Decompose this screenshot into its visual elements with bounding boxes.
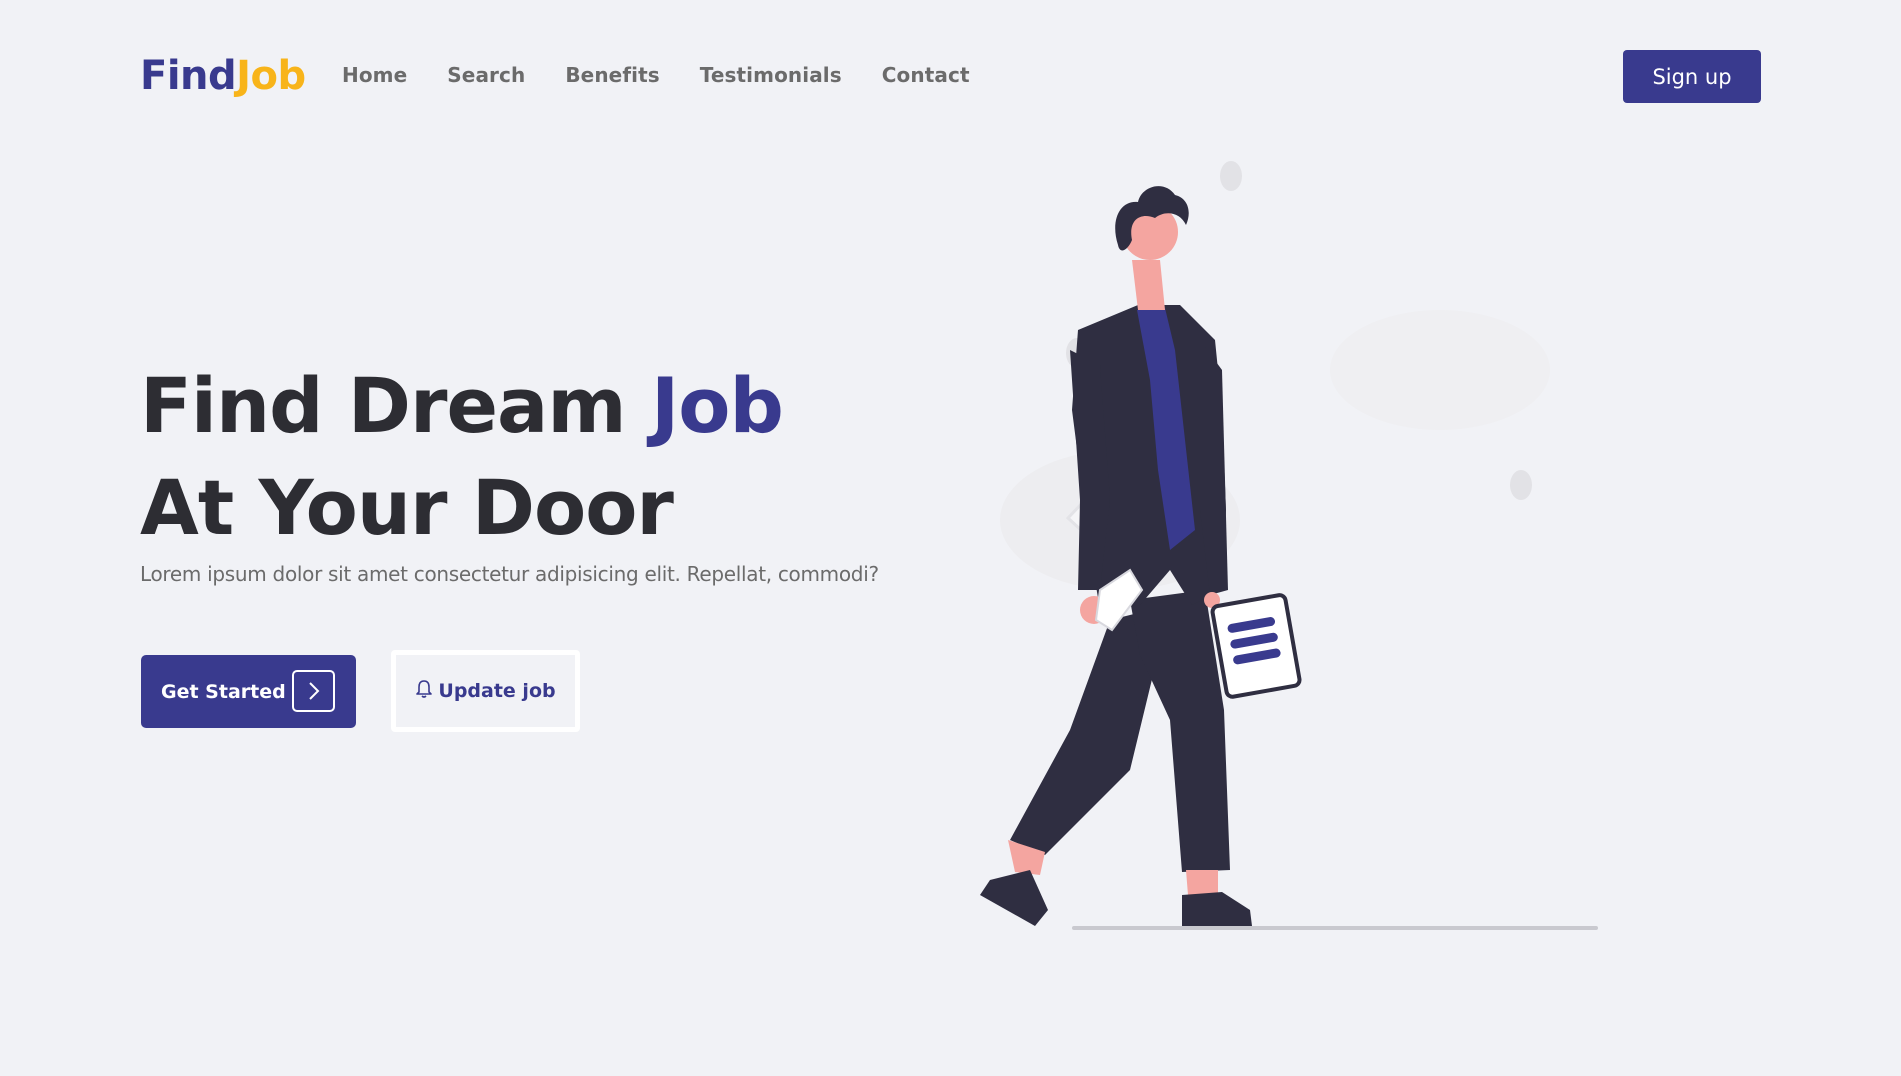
- update-job-label: Update job: [438, 680, 556, 702]
- chevron-right-icon: [292, 670, 335, 712]
- site-header: FindJob Home Search Benefits Testimonial…: [0, 0, 1901, 150]
- hero-title-accent: Job: [651, 361, 784, 450]
- logo-job: Job: [236, 53, 306, 99]
- hero-title: Find Dream Job At Your Door: [140, 355, 784, 559]
- signup-button[interactable]: Sign up: [1623, 50, 1761, 103]
- bell-icon: [415, 679, 433, 704]
- get-started-button[interactable]: Get Started: [141, 655, 356, 728]
- hero-subtitle: Lorem ipsum dolor sit amet consectetur a…: [140, 562, 879, 586]
- nav-home[interactable]: Home: [342, 60, 407, 90]
- nav-testimonials[interactable]: Testimonials: [700, 60, 842, 90]
- get-started-label: Get Started: [161, 680, 286, 703]
- hero-title-line2: At Your Door: [140, 463, 674, 552]
- update-job-button[interactable]: Update job: [391, 650, 580, 732]
- nav-contact[interactable]: Contact: [882, 60, 970, 90]
- logo[interactable]: FindJob: [140, 50, 306, 102]
- hero-title-line1: Find Dream: [140, 361, 627, 450]
- logo-find: Find: [140, 53, 237, 99]
- nav-benefits[interactable]: Benefits: [565, 60, 659, 90]
- hero-illustration: [960, 150, 1620, 940]
- nav-search[interactable]: Search: [447, 60, 525, 90]
- main-nav: Home Search Benefits Testimonials Contac…: [342, 60, 970, 90]
